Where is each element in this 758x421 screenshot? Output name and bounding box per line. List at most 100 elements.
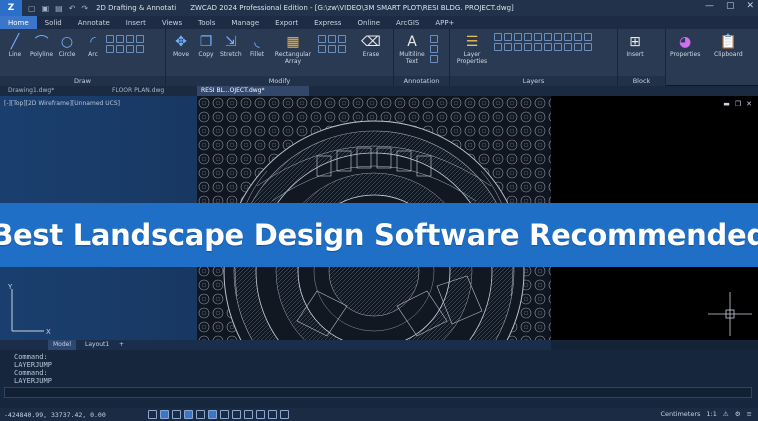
trim-icon[interactable] (318, 45, 326, 53)
tab-views[interactable]: Views (154, 16, 190, 29)
tab-home[interactable]: Home (0, 16, 37, 29)
fillet-button[interactable]: ◟ Fillet (248, 33, 266, 58)
polygon-icon[interactable] (116, 45, 124, 53)
tab-manage[interactable]: Manage (223, 16, 267, 29)
multiline-text-button[interactable]: A Multiline Text (396, 33, 428, 65)
layer-tool-icon[interactable] (504, 43, 512, 51)
spline-icon[interactable] (106, 45, 114, 53)
doc-tab-floor-plan[interactable]: FLOOR PLAN.dwg (108, 86, 168, 96)
offset-icon[interactable] (338, 35, 346, 43)
tab-model[interactable]: Model (48, 340, 77, 350)
doc-tab-drawing1[interactable]: Drawing1.dwg* (4, 86, 58, 96)
clipboard-button[interactable]: 📋 Clipboard (714, 33, 743, 58)
transparency-icon[interactable] (232, 410, 241, 419)
snap-icon[interactable] (160, 410, 169, 419)
tab-online[interactable]: Online (349, 16, 388, 29)
command-input[interactable] (4, 387, 752, 398)
layer-tool-icon[interactable] (524, 43, 532, 51)
workspace-selector[interactable]: 2D Drafting & Annotati (96, 4, 176, 12)
customize-icon[interactable]: ≡ (747, 410, 752, 418)
erase-button[interactable]: ⌫ Erase (361, 33, 381, 58)
layer-tool-icon[interactable] (564, 33, 572, 41)
ellipse-icon[interactable] (116, 35, 124, 43)
units-dropdown[interactable]: Centimeters (660, 410, 700, 418)
rotate-icon[interactable] (318, 35, 326, 43)
layer-tool-icon[interactable] (524, 33, 532, 41)
circle-button[interactable]: ○ Circle (58, 33, 76, 58)
close-icon[interactable]: ✕ (746, 1, 754, 11)
rectangle-icon[interactable] (106, 35, 114, 43)
annotation-scale-dropdown[interactable]: 1:1 (706, 410, 716, 418)
arc-button[interactable]: ◜ Arc (84, 33, 102, 58)
maximize-icon[interactable]: ▢ (726, 1, 735, 11)
save-icon[interactable]: ▤ (55, 4, 63, 13)
zwcad-logo-icon[interactable]: Z (0, 0, 22, 16)
layer-tool-icon[interactable] (574, 43, 582, 51)
minimize-icon[interactable]: — (705, 1, 714, 11)
tab-annotate[interactable]: Annotate (70, 16, 118, 29)
hatch-icon[interactable] (126, 35, 134, 43)
layer-tool-icon[interactable] (504, 33, 512, 41)
viewport-close-icon[interactable]: ✕ (746, 100, 752, 108)
tab-tools[interactable]: Tools (190, 16, 223, 29)
viewport-label[interactable]: [-][Top][2D Wireframe][Unnamed UCS] (4, 100, 120, 107)
tab-export[interactable]: Export (267, 16, 306, 29)
copy-button[interactable]: ❐ Copy (197, 33, 215, 58)
table-icon[interactable] (430, 55, 438, 63)
extend-icon[interactable] (328, 45, 336, 53)
redo-icon[interactable]: ↷ (81, 4, 88, 13)
polar-icon[interactable] (184, 410, 193, 419)
layer-tool-icon[interactable] (534, 43, 542, 51)
ortho-icon[interactable] (172, 410, 181, 419)
insert-block-button[interactable]: ⊞ Insert (626, 33, 644, 58)
tab-insert[interactable]: Insert (118, 16, 154, 29)
otrack-icon[interactable] (208, 410, 217, 419)
layer-tool-icon[interactable] (534, 33, 542, 41)
layer-tool-icon[interactable] (584, 33, 592, 41)
layer-tool-icon[interactable] (514, 33, 522, 41)
layer-tool-icon[interactable] (494, 33, 502, 41)
layer-properties-button[interactable]: ☰ Layer Properties (454, 33, 490, 65)
tab-app-plus[interactable]: APP+ (427, 16, 462, 29)
new-file-icon[interactable]: ▢ (28, 4, 36, 13)
undo-icon[interactable]: ↶ (69, 4, 76, 13)
layer-tool-icon[interactable] (494, 43, 502, 51)
polyline-button[interactable]: ⌒ Polyline (30, 33, 53, 58)
rectangular-array-button[interactable]: ▦ Rectangular Array (270, 33, 316, 65)
layer-tool-icon[interactable] (574, 33, 582, 41)
grid-icon[interactable] (148, 410, 157, 419)
leader-icon[interactable] (430, 45, 438, 53)
properties-button[interactable]: ◕ Properties (670, 33, 700, 58)
annotation-visibility-icon[interactable]: ⚠ (723, 410, 729, 418)
tab-arcgis[interactable]: ArcGIS (388, 16, 427, 29)
layer-tool-icon[interactable] (564, 43, 572, 51)
qp-icon[interactable] (268, 410, 277, 419)
open-file-icon[interactable]: ▣ (42, 4, 50, 13)
region-icon[interactable] (126, 45, 134, 53)
lineweight-icon[interactable] (220, 410, 229, 419)
line-button[interactable]: ╱ Line (6, 33, 24, 58)
mirror-icon[interactable] (328, 35, 336, 43)
scale-icon[interactable] (338, 45, 346, 53)
move-button[interactable]: ✥ Move (172, 33, 190, 58)
layer-tool-icon[interactable] (544, 33, 552, 41)
workspace-switch-icon[interactable]: ⚙ (735, 410, 741, 418)
viewport-minimize-icon[interactable]: ▬ (723, 100, 730, 108)
layer-tool-icon[interactable] (554, 43, 562, 51)
doc-tab-resi-project[interactable]: RESI BL...OJECT.dwg* (197, 86, 309, 96)
tab-layout1[interactable]: Layout1 (80, 340, 114, 350)
add-layout-button[interactable]: + (114, 340, 129, 350)
tab-solid[interactable]: Solid (37, 16, 70, 29)
layer-tool-icon[interactable] (514, 43, 522, 51)
dynamic-input-icon[interactable] (256, 410, 265, 419)
tab-express[interactable]: Express (306, 16, 349, 29)
layer-tool-icon[interactable] (544, 43, 552, 51)
layer-tool-icon[interactable] (584, 43, 592, 51)
selection-cycling-icon[interactable] (244, 410, 253, 419)
dimension-icon[interactable] (430, 35, 438, 43)
revcloud-icon[interactable] (136, 45, 144, 53)
point-icon[interactable] (136, 35, 144, 43)
annotation-monitor-icon[interactable] (280, 410, 289, 419)
viewport-restore-icon[interactable]: ❐ (735, 100, 741, 108)
stretch-button[interactable]: ⇲ Stretch (220, 33, 242, 58)
